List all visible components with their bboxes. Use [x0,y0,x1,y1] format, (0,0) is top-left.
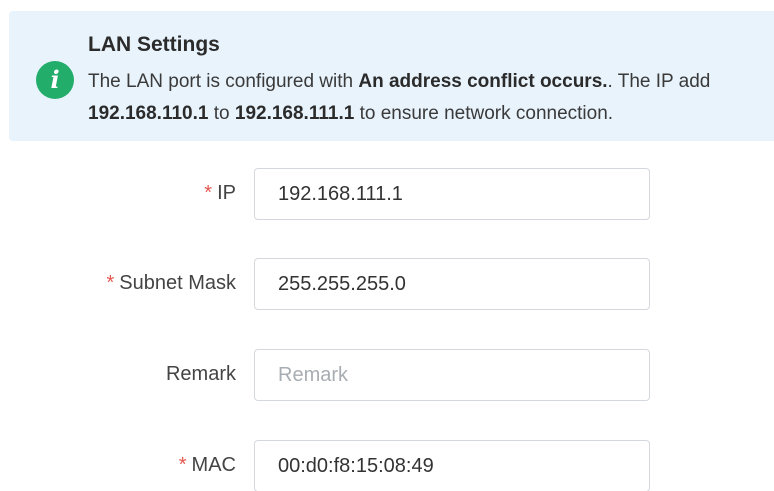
alert-message-line-1: The LAN port is configured with An addre… [88,71,710,93]
subnet-mask-input[interactable] [254,258,650,310]
alert-message-line-2: 192.168.110.1 to 192.168.111.1 to ensure… [88,103,613,125]
mac-label-text: MAC [191,454,236,476]
ip-label-text: IP [217,182,236,204]
mac-input[interactable] [254,440,650,491]
remark-label: Remark [166,349,236,403]
alert-message-text: to ensure network connection. [354,103,614,124]
required-mark: * [204,182,213,204]
alert-title: LAN Settings [88,33,220,56]
remark-row: Remark [0,349,774,403]
subnet-mask-label: * Subnet Mask [106,258,236,312]
alert-new-ip: 192.168.111.1 [234,103,355,124]
remark-label-text: Remark [165,363,236,385]
lan-settings-alert: i LAN Settings The LAN port is configure… [9,11,774,141]
info-icon: i [36,61,74,99]
alert-message-text: to [208,103,235,124]
alert-conflict-text: An address conflict occurs. [358,71,608,92]
remark-input[interactable] [254,349,650,401]
mac-label: * MAC [179,440,236,491]
alert-message-text: . The IP add [607,71,711,92]
subnet-mask-label-text: Subnet Mask [119,272,236,294]
lan-settings-page: i LAN Settings The LAN port is configure… [0,0,774,491]
required-mark: * [106,272,115,294]
alert-old-ip: 192.168.110.1 [88,103,209,124]
mac-row: * MAC [0,440,774,491]
ip-label: * IP [204,168,236,222]
ip-input[interactable] [254,168,650,220]
alert-message-text: The LAN port is configured with [88,71,359,92]
subnet-mask-row: * Subnet Mask [0,258,774,312]
ip-row: * IP [0,168,774,222]
required-mark: * [178,454,187,476]
